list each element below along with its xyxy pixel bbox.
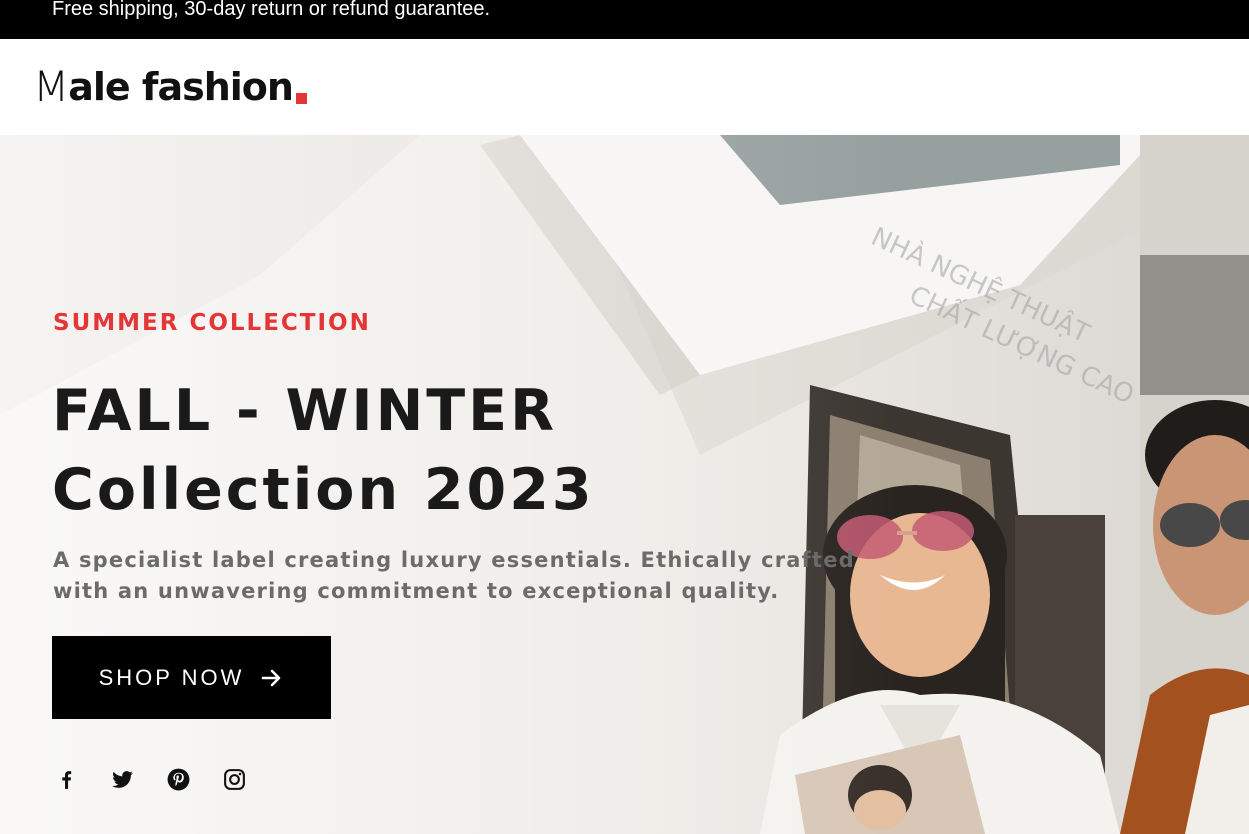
instagram-icon[interactable] [222,767,247,792]
announcement-text: Free shipping, 30-day return or refund g… [52,0,491,20]
social-links [54,767,247,792]
hero-headline-line-2: Collection 2023 [52,457,595,523]
arrow-right-icon [262,669,281,686]
logo-initial: M [33,62,69,111]
site-logo[interactable]: Male fashion [33,61,307,109]
hero-description: A specialist label creating luxury essen… [53,548,855,603]
hero-banner: NHÀ NGHỆ THUẬT CHẤT LƯỢNG CAO SUMMER COL… [0,135,1249,834]
logo-wordmark: ale fashion [68,65,294,109]
shop-now-button[interactable]: SHOP NOW [52,636,331,719]
announcement-bar: Free shipping, 30-day return or refund g… [0,0,1249,39]
site-header: Male fashion [0,39,1249,135]
logo-accent-dot [295,93,307,104]
hero-headline-line-1: FALL - WINTER [52,378,557,444]
twitter-icon[interactable] [110,767,135,792]
hero-headline: FALL - WINTER Collection 2023 [52,372,772,530]
hero-content: SUMMER COLLECTION FALL - WINTER Collecti… [0,135,1249,834]
facebook-icon[interactable] [54,767,79,792]
shop-now-label: SHOP NOW [98,664,245,690]
hero-eyebrow: SUMMER COLLECTION [53,310,371,336]
pinterest-icon[interactable] [166,767,191,792]
